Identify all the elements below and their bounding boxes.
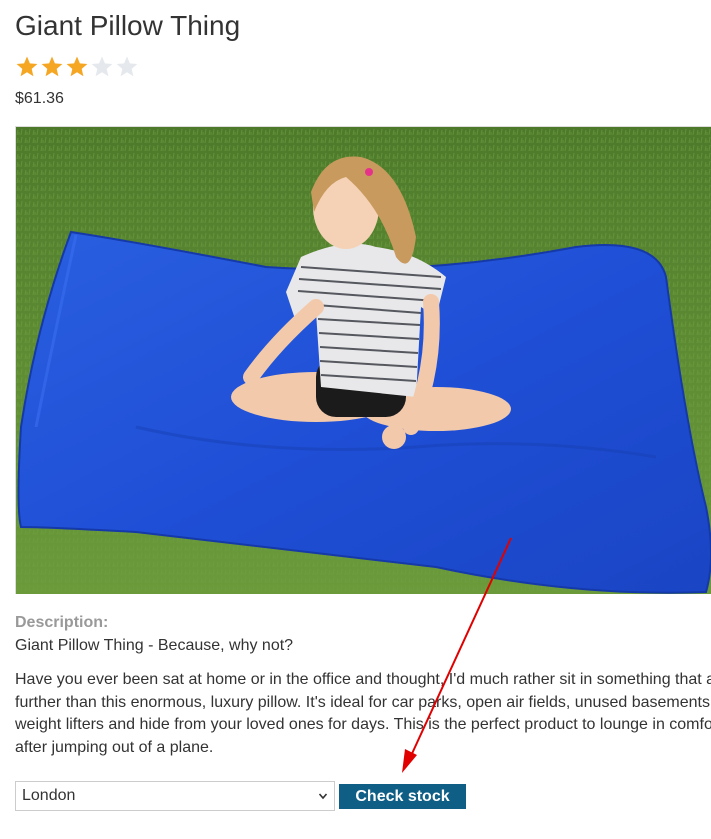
description-tagline: Giant Pillow Thing - Because, why not? (15, 637, 294, 654)
star-empty-icon (116, 56, 138, 77)
description-line: Have you ever been sat at home or in the… (15, 671, 711, 688)
product-price: $61.36 (15, 90, 64, 107)
description-line: after jumping out of a plane. (15, 738, 214, 756)
description-label: Description: (15, 614, 109, 631)
store-select-value: London (22, 787, 76, 804)
description-line: weight lifters and hide from your loved … (15, 716, 711, 733)
description-body: Have you ever been sat at home or in the… (15, 669, 711, 759)
star-filled-icon (16, 56, 38, 77)
store-select[interactable]: London (15, 781, 335, 811)
product-photo (16, 127, 711, 594)
product-title: Giant Pillow Thing (15, 10, 241, 41)
page: Giant Pillow Thing $61.36 Description: G… (0, 0, 711, 839)
product-image (15, 126, 711, 594)
star-filled-icon (66, 56, 88, 77)
check-stock-button[interactable]: Check stock (339, 784, 466, 809)
description-line: further than this enormous, luxury pillo… (15, 693, 710, 711)
chevron-down-icon (318, 793, 328, 800)
star-empty-icon (91, 56, 113, 77)
rating-stars (15, 55, 139, 79)
star-filled-icon (41, 56, 63, 77)
